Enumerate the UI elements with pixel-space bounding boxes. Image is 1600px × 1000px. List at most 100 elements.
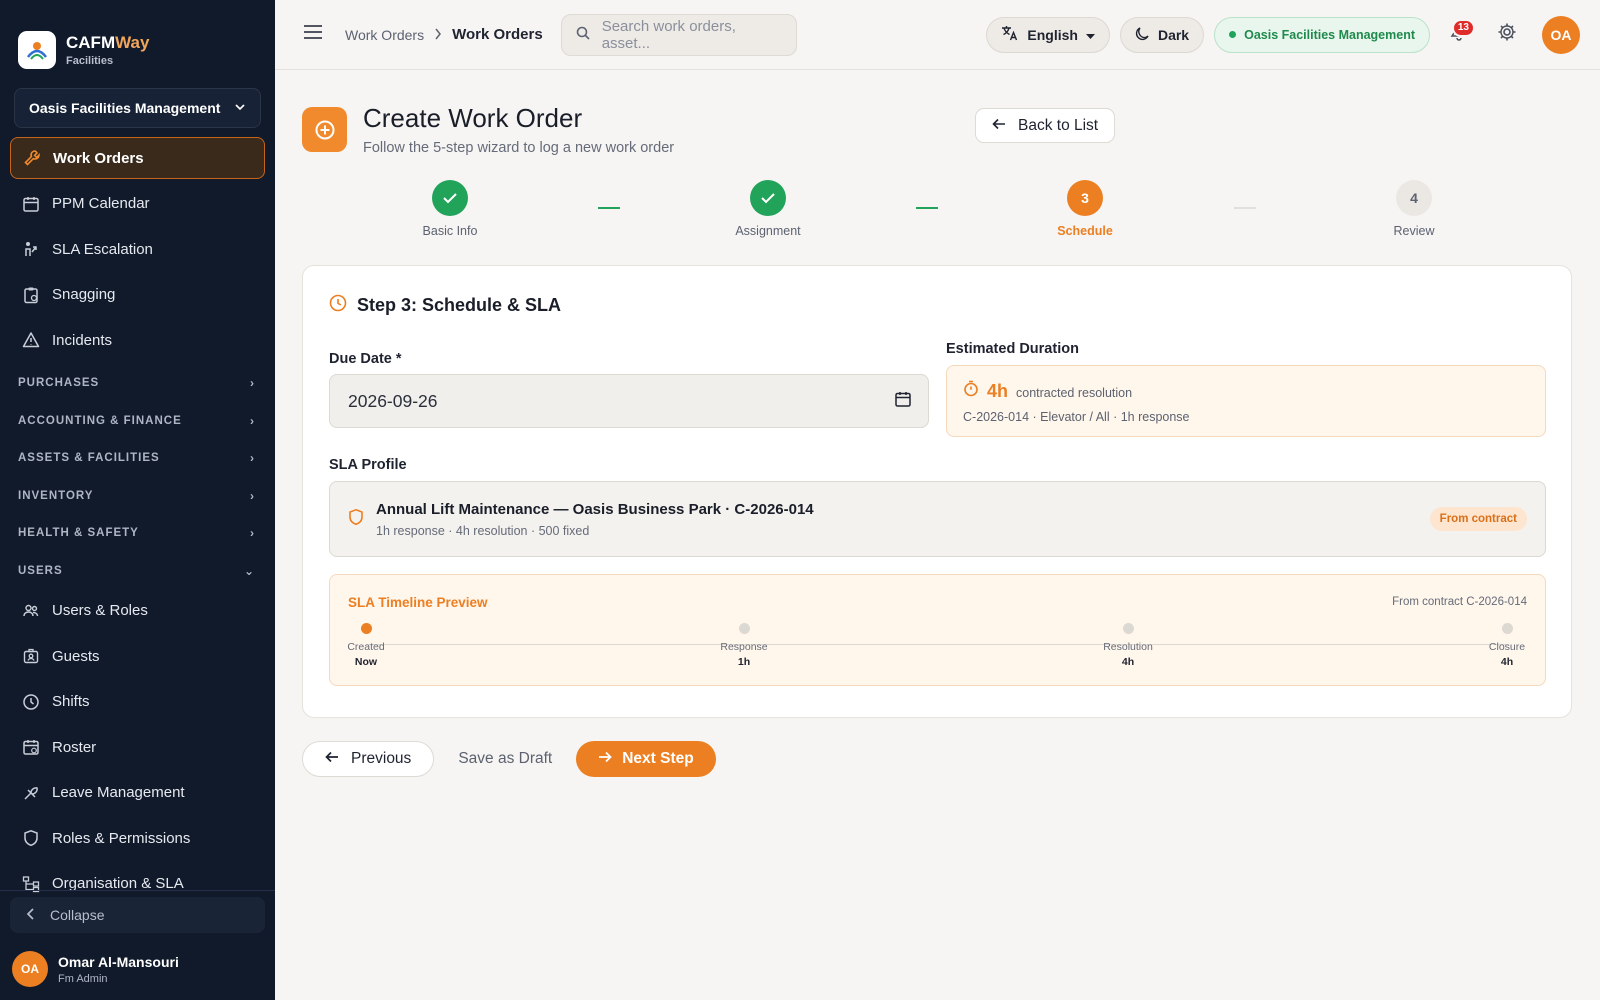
nav-section-purchases[interactable]: PURCHASES › bbox=[0, 365, 275, 403]
timeline-source: From contract C-2026-014 bbox=[1392, 596, 1527, 608]
timeline-dot bbox=[360, 623, 372, 634]
chevron-down-icon bbox=[234, 100, 246, 116]
sidebar-item-label: Users & Roles bbox=[52, 602, 148, 619]
arrow-left-icon bbox=[992, 117, 1006, 135]
sidebar-item-label: Leave Management bbox=[52, 784, 185, 801]
chevron-right-icon: › bbox=[250, 376, 255, 391]
sidebar-item-incidents[interactable]: Incidents bbox=[10, 319, 265, 361]
previous-button[interactable]: Previous bbox=[302, 741, 435, 777]
due-date-input[interactable]: 2026-09-26 bbox=[329, 374, 929, 428]
nav-section-accounting[interactable]: ACCOUNTING & FINANCE › bbox=[0, 402, 275, 440]
estimated-duration-meta: C-2026-014 · Elevator / All · 1h respons… bbox=[963, 410, 1190, 424]
nav-section-users[interactable]: USERS ⌄ bbox=[0, 552, 275, 590]
theme-label: Dark bbox=[1157, 26, 1190, 43]
sidebar-item-label: Roster bbox=[52, 738, 97, 756]
sidebar-item-work-orders[interactable]: Work Orders bbox=[10, 137, 265, 179]
back-to-list-button[interactable]: Back to List bbox=[975, 108, 1116, 143]
sidebar-item-guests[interactable]: Guests bbox=[10, 635, 265, 677]
sla-profile-select[interactable]: Annual Lift Maintenance — Oasis Business… bbox=[329, 481, 1546, 557]
sidebar-item-leave-management[interactable]: Leave Management bbox=[10, 772, 265, 814]
estimated-duration-box: 4h contracted resolution C-2026-014 · El… bbox=[946, 365, 1546, 437]
user-card[interactable]: OA Omar Al-Mansouri Fm Admin bbox=[12, 951, 179, 987]
avatar: OA bbox=[12, 951, 48, 987]
sidebar-item-roles-permissions[interactable]: Roles & Permissions bbox=[10, 817, 265, 859]
step-label: Schedule bbox=[1057, 224, 1113, 238]
calendar-icon[interactable] bbox=[894, 390, 912, 413]
settings-button[interactable] bbox=[1488, 16, 1526, 54]
sidebar-item-roster[interactable]: Roster bbox=[10, 726, 265, 768]
sla-profile-label: SLA Profile bbox=[329, 457, 407, 473]
sidebar-item-label: Incidents bbox=[52, 331, 113, 349]
step-number: 4 bbox=[1396, 180, 1432, 216]
shield-icon bbox=[348, 508, 364, 531]
language-select[interactable]: English bbox=[986, 16, 1110, 53]
plus-circle-icon bbox=[302, 107, 347, 152]
sidebar-item-ppm-calendar[interactable]: PPM Calendar bbox=[10, 183, 265, 225]
chevron-right-icon bbox=[434, 27, 442, 43]
brand[interactable]: CAFMWay Facilities bbox=[0, 0, 275, 80]
save-draft-button[interactable]: Save as Draft bbox=[458, 750, 552, 768]
page-subtitle: Follow the 5-step wizard to log a new wo… bbox=[363, 140, 675, 156]
step-schedule[interactable]: 3 Schedule bbox=[1025, 180, 1145, 238]
chevron-right-icon: › bbox=[250, 451, 255, 466]
nav-section-health-safety[interactable]: HEALTH & SAFETY › bbox=[0, 515, 275, 553]
chevron-right-icon: › bbox=[250, 526, 255, 541]
from-contract-badge: From contract bbox=[1429, 507, 1527, 531]
sidebar-divider bbox=[0, 890, 275, 891]
clipboard-icon bbox=[22, 286, 40, 304]
timeline-point-created: Created Now bbox=[326, 623, 406, 668]
user-role: Fm Admin bbox=[58, 972, 108, 985]
timeline-dot bbox=[1122, 623, 1134, 634]
menu-icon[interactable] bbox=[303, 23, 323, 46]
page-header: Create Work Order Follow the 5-step wiza… bbox=[302, 103, 674, 156]
sidebar-item-label: PPM Calendar bbox=[52, 195, 150, 212]
timeline-point-response: Response 1h bbox=[704, 623, 784, 668]
estimated-duration-unit: contracted resolution bbox=[1016, 386, 1133, 400]
due-date-label: Due Date * bbox=[329, 351, 402, 367]
sidebar-item-sla-escalation[interactable]: SLA Escalation bbox=[10, 228, 265, 270]
search-input[interactable]: Search work orders, asset... bbox=[560, 13, 797, 56]
users-icon bbox=[22, 602, 40, 620]
shield-icon bbox=[22, 829, 40, 847]
next-step-button[interactable]: Next Step bbox=[576, 741, 716, 777]
step-connector bbox=[598, 207, 620, 209]
step-number: 3 bbox=[1067, 180, 1103, 216]
step-review[interactable]: 4 Review bbox=[1354, 180, 1474, 238]
sidebar-item-snagging[interactable]: Snagging bbox=[10, 274, 265, 316]
due-date-value: 2026-09-26 bbox=[348, 390, 438, 411]
gear-icon bbox=[1497, 22, 1517, 47]
check-icon bbox=[750, 180, 786, 216]
step-connector bbox=[916, 207, 938, 209]
timeline-point-closure: Closure 4h bbox=[1467, 623, 1547, 668]
section-title: Step 3: Schedule & SLA bbox=[329, 294, 561, 317]
back-to-list-label: Back to List bbox=[1018, 116, 1099, 134]
sidebar-item-label: Roles & Permissions bbox=[52, 829, 191, 847]
user-avatar-button[interactable]: OA bbox=[1542, 15, 1580, 54]
status-dot bbox=[1229, 31, 1237, 38]
notifications-button[interactable]: 13 bbox=[1440, 16, 1478, 54]
step-assignment[interactable]: Assignment bbox=[708, 180, 828, 238]
sidebar-item-shifts[interactable]: Shifts bbox=[10, 681, 265, 723]
breadcrumb: Work Orders Work Orders bbox=[345, 26, 543, 43]
chevron-left-icon bbox=[26, 907, 36, 923]
sidebar-item-label: SLA Escalation bbox=[52, 240, 153, 258]
sidebar-item-label: Shifts bbox=[52, 693, 90, 710]
escalation-icon bbox=[22, 240, 40, 258]
chevron-down-icon: ⌄ bbox=[243, 563, 255, 578]
nav-section-assets[interactable]: ASSETS & FACILITIES › bbox=[0, 440, 275, 478]
theme-toggle[interactable]: Dark bbox=[1119, 16, 1205, 53]
arrow-right-icon bbox=[598, 750, 612, 768]
org-status-badge[interactable]: Oasis Facilities Management bbox=[1214, 16, 1430, 53]
nav-section-inventory[interactable]: INVENTORY › bbox=[0, 477, 275, 515]
step-basic-info[interactable]: Basic Info bbox=[390, 180, 510, 238]
collapse-button[interactable]: Collapse bbox=[10, 897, 265, 933]
timeline-point-resolution: Resolution 4h bbox=[1088, 623, 1168, 668]
breadcrumb-link[interactable]: Work Orders bbox=[345, 27, 424, 43]
wizard-actions: Previous Save as Draft Next Step bbox=[302, 741, 716, 777]
sidebar-item-label: Snagging bbox=[52, 286, 116, 303]
org-select[interactable]: Oasis Facilities Management bbox=[14, 88, 261, 128]
user-name: Omar Al-Mansouri bbox=[58, 953, 179, 970]
sidebar-item-users-roles[interactable]: Users & Roles bbox=[10, 590, 265, 632]
breadcrumb-current: Work Orders bbox=[452, 26, 543, 43]
leave-icon bbox=[22, 784, 40, 802]
